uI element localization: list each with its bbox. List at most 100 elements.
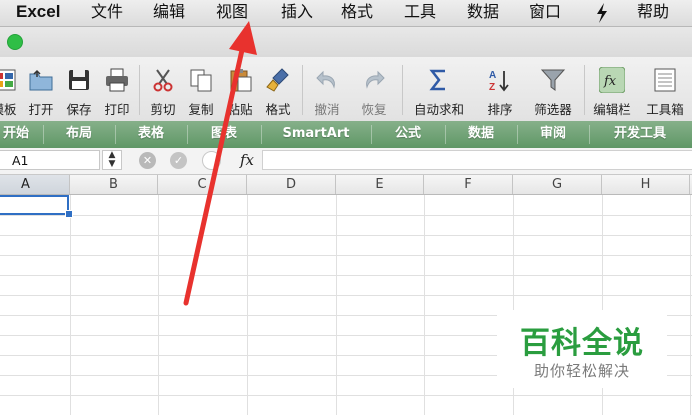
column-headers: A B C D E F G H [0,175,692,195]
column-header-G[interactable]: G [513,175,602,194]
paste-icon [230,69,252,92]
autosum-label: 自动求和 [413,102,464,117]
menu-help[interactable]: 帮助 [637,0,669,26]
row-gridline [0,215,692,216]
toolbar-separator [402,65,403,115]
filter-label: 筛选器 [534,102,572,117]
svg-text:fx: fx [603,74,617,89]
fill-handle[interactable] [65,210,73,218]
tab-smartart[interactable]: SmartArt [262,121,370,148]
redo-button[interactable]: 恢复 [353,57,395,121]
tab-charts[interactable]: 图表 [188,121,260,148]
formula-input[interactable] [262,150,692,170]
name-box[interactable]: A1 [0,150,100,170]
name-box-stepper[interactable]: ▲ ▼ [102,150,122,170]
filter-icon [540,69,566,91]
window-titlebar [0,27,692,57]
formula-bar-toggle-label: 编辑栏 [593,102,631,117]
row-gridline [0,395,692,396]
standard-toolbar: 模板 打开 保存 打印 剪切 复制 粘贴 格式 撤消 恢复 自动求和 [0,57,692,122]
column-header-B[interactable]: B [70,175,158,194]
copy-label: 复制 [188,102,214,117]
toolbox-label: 工具箱 [646,102,684,117]
tab-layout[interactable]: 布局 [44,121,114,148]
column-header-F[interactable]: F [424,175,513,194]
column-header-C[interactable]: C [158,175,247,194]
save-button[interactable]: 保存 [62,57,96,121]
toolbar-separator [302,65,303,115]
cut-button[interactable]: 剪切 [146,57,180,121]
menu-edit[interactable]: 编辑 [153,0,185,26]
tab-home[interactable]: 开始 [0,121,42,148]
chevron-down-icon: ▼ [108,159,116,169]
formula-bar-toggle-button[interactable]: fx 编辑栏 [589,57,635,121]
menu-file[interactable]: 文件 [91,0,123,26]
row-gridline [0,235,692,236]
open-folder-icon [29,69,53,91]
menu-data[interactable]: 数据 [467,0,499,26]
fx-icon: fx [599,67,625,93]
watermark-title: 百科全说 [520,326,644,361]
formula-bar: A1 ▲ ▼ ✕ ✓ fx [0,148,692,175]
ribbon-tab-bar: 开始 布局 表格 图表 SmartArt 公式 数据 审阅 开发工具 [0,121,692,149]
column-header-A[interactable]: A [0,175,70,194]
column-header-H[interactable]: H [602,175,690,194]
save-label: 保存 [66,102,92,117]
sort-button[interactable]: AZ 排序 [479,57,521,121]
insert-function-button[interactable]: fx [234,150,260,172]
window-close-button[interactable] [7,34,23,50]
column-gridline [336,195,337,415]
svg-text:Z: Z [489,82,495,93]
toolbox-button[interactable]: 工具箱 [642,57,688,121]
autosum-button[interactable]: 自动求和 [409,57,469,121]
copy-icon [190,69,212,92]
paste-label: 粘贴 [227,102,253,117]
menu-window[interactable]: 窗口 [529,0,561,26]
menu-view[interactable]: 视图 [216,0,248,26]
filter-button[interactable]: 筛选器 [527,57,579,121]
svg-text:A: A [489,70,496,81]
sigma-icon [429,69,445,91]
format-painter-button[interactable]: 格式 [260,57,296,121]
toolbar-separator [584,65,585,115]
menu-tools[interactable]: 工具 [404,0,436,26]
print-button[interactable]: 打印 [100,57,134,121]
redo-icon [366,70,385,89]
tab-review[interactable]: 审阅 [518,121,588,148]
column-gridline [690,195,691,415]
row-gridline [0,275,692,276]
open-label: 打开 [28,102,54,117]
formula-builder-icon[interactable] [202,151,221,170]
selected-cell[interactable] [0,195,69,215]
cancel-entry-icon[interactable]: ✕ [139,152,156,169]
open-button[interactable]: 打开 [24,57,58,121]
save-icon [69,70,89,90]
column-gridline [424,195,425,415]
paste-button[interactable]: 粘贴 [223,57,257,121]
row-gridline [0,255,692,256]
menu-app-excel[interactable]: Excel [16,0,60,26]
confirm-entry-icon[interactable]: ✓ [170,152,187,169]
watermark-subtitle: 助你轻松解决 [533,362,630,380]
tab-developer[interactable]: 开发工具 [590,121,690,148]
tab-tables[interactable]: 表格 [116,121,186,148]
template-button[interactable]: 模板 [0,57,22,121]
column-gridline [158,195,159,415]
tab-formulas[interactable]: 公式 [372,121,444,148]
menu-format[interactable]: 格式 [341,0,373,26]
column-header-E[interactable]: E [336,175,424,194]
tab-data[interactable]: 数据 [446,121,516,148]
print-label: 打印 [104,102,130,117]
menu-insert[interactable]: 插入 [281,0,313,26]
undo-button[interactable]: 撤消 [307,57,347,121]
column-gridline [247,195,248,415]
copy-button[interactable]: 复制 [184,57,218,121]
menu-bar: Excel 文件 编辑 视图 插入 格式 工具 数据 窗口 帮助 [0,0,692,27]
column-header-D[interactable]: D [247,175,336,194]
toolbar-separator [139,65,140,115]
toolbox-icon [654,68,676,92]
watermark: 百科全说 助你轻松解决 [497,310,667,388]
script-menu-icon[interactable] [593,2,611,28]
format-painter-label: 格式 [265,102,291,117]
template-label: 模板 [0,102,17,117]
